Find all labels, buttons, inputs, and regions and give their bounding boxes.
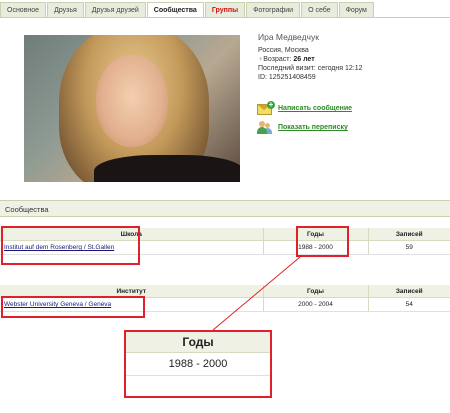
- profile-location: Россия, Москва: [258, 47, 309, 54]
- profile-info: Ира Медведчук Россия, Москва ♀Возраст: 2…: [258, 33, 363, 82]
- show-correspondence-link[interactable]: Показать переписку: [278, 124, 348, 131]
- profile-photo[interactable]: [24, 35, 240, 182]
- profile-id: ID: 125251408459: [258, 74, 316, 81]
- write-message-link[interactable]: Написать сообщение: [278, 105, 352, 112]
- institute-years: 2000 - 2004: [262, 297, 368, 312]
- profile-age: ♀Возраст: 26 лет: [258, 55, 363, 64]
- tab-communities[interactable]: Сообщества: [146, 2, 204, 18]
- zoom-header: Годы: [126, 332, 270, 353]
- age-value: 26 лет: [293, 56, 315, 63]
- tab-about[interactable]: О себе: [301, 2, 338, 18]
- years-zoom-callout: Годы 1988 - 2000: [124, 330, 272, 398]
- institute-entries: 54: [367, 297, 450, 312]
- tab-forum[interactable]: Форум: [338, 2, 374, 18]
- section-title: Сообщества: [0, 200, 450, 217]
- institute-highlight-box: [1, 296, 145, 318]
- profile-tabs: Основное Друзья Друзья друзей Сообщества…: [0, 0, 450, 18]
- years-highlight-box: [296, 226, 349, 257]
- tab-groups[interactable]: Группы: [204, 2, 246, 18]
- show-correspondence-action[interactable]: Показать переписку: [257, 121, 348, 134]
- tab-divider: [0, 17, 450, 18]
- school-highlight-box: [1, 226, 140, 265]
- envelope-icon: +: [257, 101, 275, 115]
- tab-main[interactable]: Основное: [0, 2, 47, 18]
- entries-column-header: Записей: [367, 228, 450, 241]
- photo-face: [96, 55, 168, 147]
- tab-friends-of-friends[interactable]: Друзья друзей: [84, 2, 146, 18]
- years-column-header: Годы: [262, 285, 368, 298]
- age-label: Возраст:: [263, 56, 292, 63]
- tab-photos[interactable]: Фотографии: [246, 2, 301, 18]
- photo-dress: [94, 155, 240, 182]
- profile-name: Ира Медведчук: [258, 32, 319, 42]
- zoom-value: 1988 - 2000: [126, 353, 270, 376]
- people-icon: [257, 121, 272, 134]
- write-message-action[interactable]: + Написать сообщение: [257, 101, 352, 115]
- school-entries: 59: [367, 240, 450, 255]
- tab-friends[interactable]: Друзья: [47, 2, 84, 18]
- profile-last-visit: Последний визит: сегодня 12:12: [258, 65, 363, 72]
- entries-column-header: Записей: [367, 285, 450, 298]
